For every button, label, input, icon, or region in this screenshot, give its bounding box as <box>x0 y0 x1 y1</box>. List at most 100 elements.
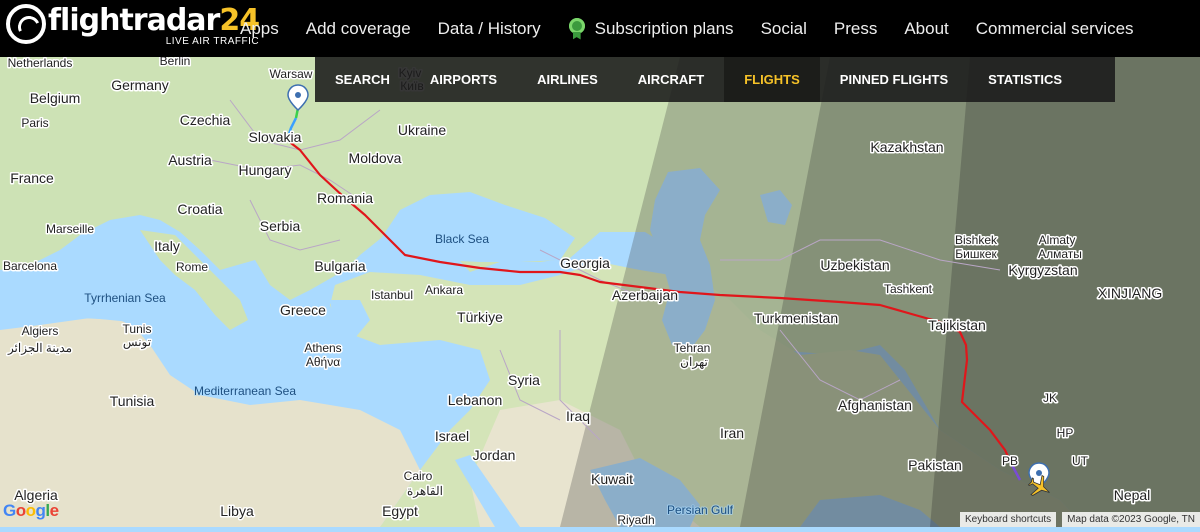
country-label: XINJIANG <box>1098 285 1163 301</box>
city-label: Tehran <box>674 341 711 355</box>
sea-label: Mediterranean Sea <box>194 384 296 398</box>
city-label: Barcelona <box>3 259 57 273</box>
country-label: Bulgaria <box>314 258 366 274</box>
city-label: Algiers <box>22 324 59 338</box>
country-label: Pakistan <box>908 457 962 473</box>
nav-label: Press <box>833 18 878 38</box>
nav-label: Data / History <box>437 18 541 38</box>
nav-label: Subscription plans <box>594 18 734 38</box>
map-partial-label: UT <box>1072 454 1089 468</box>
country-label: Greece <box>280 302 326 318</box>
nav-label: Add coverage <box>305 18 411 38</box>
country-label: Slovakia <box>249 129 302 145</box>
city-label: Warsaw <box>270 67 313 81</box>
nav-about[interactable]: About <box>904 19 948 39</box>
tab-airports[interactable]: AIRPORTS <box>410 57 517 102</box>
city-label: Ankara <box>425 283 463 297</box>
country-label: Azerbaijan <box>612 287 678 303</box>
brand-name: flightradar <box>48 3 220 38</box>
country-label: Libya <box>220 503 254 519</box>
country-label: Turkmenistan <box>754 310 838 326</box>
map-partial-label: PB <box>1002 454 1018 468</box>
country-label: Romania <box>317 190 373 206</box>
city-label: Tashkent <box>884 282 933 296</box>
country-label: Kuwait <box>591 471 633 487</box>
map-attribution: Keyboard shortcuts Map data ©2023 Google… <box>954 512 1200 527</box>
nav-label: Social <box>760 18 807 38</box>
country-label: Syria <box>508 372 540 388</box>
nav-label: Commercial services <box>975 18 1134 38</box>
city-label: Bishkek <box>955 233 998 247</box>
country-label: Italy <box>154 238 180 254</box>
map-partial-label: Netherlands <box>8 56 73 70</box>
city-label: Αθήνα <box>306 355 340 369</box>
award-badge-icon <box>568 17 586 40</box>
map-data-credit: Map data ©2023 Google, TN <box>1062 512 1200 527</box>
map-partial-label: JK <box>1043 391 1057 405</box>
sea-label: Persian Gulf <box>667 503 734 517</box>
country-label: Georgia <box>560 255 610 271</box>
country-label: Kazakhstan <box>870 139 943 155</box>
country-label: Moldova <box>349 150 402 166</box>
country-label: Türkiye <box>457 309 503 325</box>
google-logo: Google <box>3 501 59 520</box>
tab-airlines[interactable]: AIRLINES <box>517 57 618 102</box>
city-label: مدينة الجزائر <box>7 341 72 355</box>
city-label: Rome <box>176 260 208 274</box>
city-label: Athens <box>304 341 341 355</box>
city-label: تونس <box>123 335 151 349</box>
sea-label: Black Sea <box>435 232 489 246</box>
nav-social[interactable]: Social <box>761 19 807 39</box>
country-label: Czechia <box>180 112 231 128</box>
keyboard-shortcuts-link[interactable]: Keyboard shortcuts <box>960 512 1057 527</box>
country-label: Egypt <box>382 503 418 519</box>
city-label: Cairo <box>404 469 433 483</box>
country-label: Nepal <box>1114 487 1151 503</box>
country-label: Jordan <box>473 447 516 463</box>
country-label: Germany <box>111 77 169 93</box>
country-label: Belgium <box>30 90 81 106</box>
country-label: Iraq <box>566 408 590 424</box>
country-label: Afghanistan <box>838 397 912 413</box>
nav-label: About <box>904 18 949 38</box>
city-label: القاهرة <box>407 484 443 498</box>
country-label: Hungary <box>239 162 292 178</box>
city-label: تهران <box>680 355 708 369</box>
country-label: Croatia <box>177 201 222 217</box>
city-label: Almaty <box>1039 233 1076 247</box>
city-label: Paris <box>21 116 48 130</box>
country-label: Lebanon <box>448 392 503 408</box>
city-label: Бишкек <box>955 247 997 261</box>
country-label: Iran <box>720 425 744 441</box>
country-label: France <box>10 170 54 186</box>
sea-label: Tyrrhenian Sea <box>84 291 166 305</box>
nav-press[interactable]: Press <box>834 19 877 39</box>
tab-aircraft[interactable]: AIRCRAFT <box>618 57 724 102</box>
country-label: Israel <box>435 428 469 444</box>
nav-apps[interactable]: Apps <box>240 19 279 39</box>
nav-data-history[interactable]: Data / History <box>438 19 541 39</box>
country-label: Uzbekistan <box>820 257 889 273</box>
country-label: Tunisia <box>110 393 155 409</box>
map-partial-label: HP <box>1057 426 1074 440</box>
nav-subscription-plans[interactable]: Subscription plans <box>568 17 734 40</box>
country-label: Tajikistan <box>928 317 986 333</box>
nav-label: Apps <box>240 18 279 38</box>
brand-logo[interactable]: flightradar24 LIVE AIR TRAFFIC <box>6 3 260 47</box>
country-label: Serbia <box>260 218 301 234</box>
nav-commercial-services[interactable]: Commercial services <box>976 19 1134 39</box>
tab-pinned-flights[interactable]: PINNED FLIGHTS <box>820 57 968 102</box>
sub-nav: SEARCH AIRPORTS AIRLINES AIRCRAFT FLIGHT… <box>315 57 1115 102</box>
tab-search[interactable]: SEARCH <box>315 57 410 102</box>
nav-add-coverage[interactable]: Add coverage <box>306 19 411 39</box>
tab-flights[interactable]: FLIGHTS <box>724 57 820 102</box>
country-label: Kyrgyzstan <box>1008 262 1077 278</box>
city-label: Istanbul <box>371 288 413 302</box>
country-label: Austria <box>168 152 212 168</box>
city-label: Алматы <box>1038 247 1082 261</box>
tab-statistics[interactable]: STATISTICS <box>968 57 1082 102</box>
city-label: Riyadh <box>617 513 654 527</box>
city-label: Tunis <box>123 322 152 336</box>
city-label: Marseille <box>46 222 94 236</box>
top-nav: Apps Add coverage Data / History Subscri… <box>240 0 1161 57</box>
